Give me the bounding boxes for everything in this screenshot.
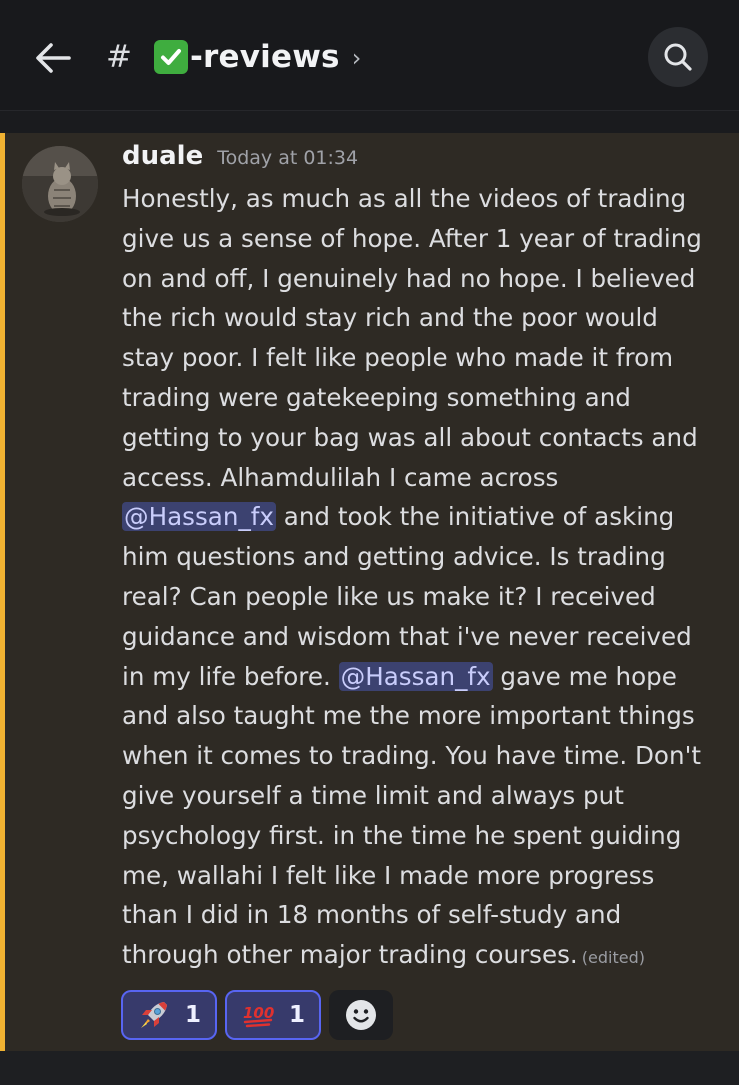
reaction-count: 1 [289, 1002, 306, 1028]
message-content: Honestly, as much as all the videos of t… [122, 179, 722, 978]
white-check-mark-icon [153, 40, 188, 74]
rocket-icon [141, 1002, 167, 1028]
user-mention[interactable]: @Hassan_fx [122, 502, 276, 532]
message-text: and took the initiative of asking [275, 502, 675, 532]
back-button[interactable] [30, 36, 76, 80]
app-frame: # -reviews › duale Today at 01:34 Honest… [0, 0, 739, 1085]
smiley-icon [346, 1000, 377, 1030]
reaction-count: 1 [185, 1002, 202, 1028]
message-line: than I did in 18 months of self-study an… [122, 900, 622, 930]
channel-hash-icon: # [106, 39, 132, 75]
message-line: stay poor. I felt like people who made i… [122, 343, 674, 373]
add-reaction-button[interactable] [329, 990, 394, 1040]
message-line: give yourself a time limit and always pu… [122, 780, 624, 810]
channel-header: # -reviews › [0, 0, 739, 111]
message-line: and also taught me the more important th… [122, 701, 695, 731]
message-text: in my life before. [122, 661, 339, 691]
reactions-bar: 1 100 1 [121, 990, 394, 1040]
mention-highlight-bar [0, 133, 5, 1051]
message-line: on and off, I genuinely had no hope. I b… [122, 263, 696, 293]
message-line: guidance and wisdom that i've never rece… [122, 621, 692, 651]
reaction-rocket[interactable]: 1 [121, 990, 218, 1040]
channel-title[interactable]: # -reviews › [106, 34, 361, 80]
reaction-hundred[interactable]: 100 1 [225, 990, 322, 1040]
avatar[interactable] [22, 146, 98, 222]
message-line: through other major trading courses. (edi… [122, 935, 722, 978]
arrow-left-icon [36, 43, 71, 73]
message-line: him questions and getting advice. Is tra… [122, 542, 666, 572]
highlighted-message[interactable]: duale Today at 01:34 Honestly, as much a… [0, 133, 739, 1051]
message-line: trading were gatekeeping something and [122, 382, 631, 412]
divider [0, 111, 739, 133]
message-line: Honestly, as much as all the videos of t… [122, 184, 687, 213]
channel-name: -reviews [189, 39, 340, 75]
message-line: psychology first. in the time he spent g… [122, 820, 682, 850]
message-line: access. Alhamdulilah I came across [122, 462, 559, 492]
message-line: @Hassan_fx and took the initiative of as… [122, 497, 722, 537]
hundred-points-icon: 100 [243, 1004, 274, 1028]
search-button[interactable] [648, 27, 708, 87]
message-text: gave me hope [492, 661, 677, 691]
message-line: me, wallahi I felt like I made more prog… [122, 860, 655, 890]
user-mention[interactable]: @Hassan_fx [338, 661, 493, 691]
message-line: getting to your bag was all about contac… [122, 422, 698, 452]
message-timestamp: Today at 01:34 [217, 147, 359, 169]
message-line: real? Can people like us make it? I rece… [122, 581, 656, 611]
message-line: when it comes to trading. You have time.… [122, 741, 701, 771]
message-text: through other major trading courses. [122, 940, 578, 970]
chevron-right-icon: › [351, 44, 362, 72]
message-header: duale Today at 01:34 [122, 141, 358, 171]
message-line: in my life before. @Hassan_fx gave me ho… [122, 657, 722, 697]
edited-label: (edited) [581, 948, 645, 968]
message-line: the rich would stay rich and the poor wo… [122, 303, 658, 333]
author-name[interactable]: duale [122, 141, 203, 171]
search-icon [664, 43, 692, 71]
bottom-bar [0, 1051, 739, 1085]
message-line: give us a sense of hope. After 1 year of… [122, 223, 702, 253]
